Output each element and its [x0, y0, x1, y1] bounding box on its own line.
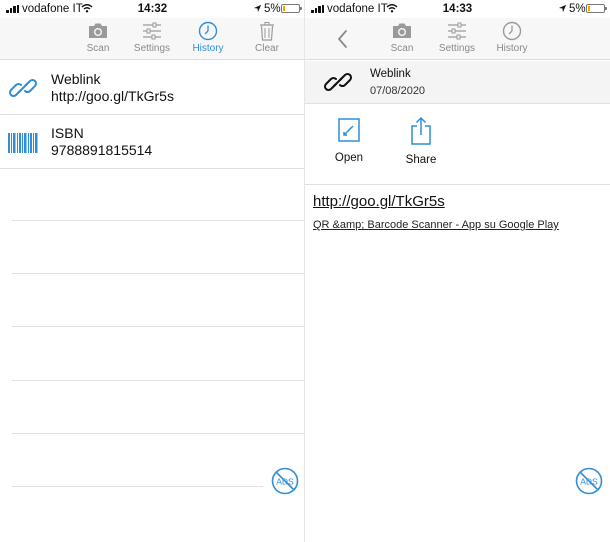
trash-icon — [260, 22, 274, 41]
share-icon — [411, 116, 431, 145]
location-icon — [558, 4, 567, 13]
detail-type: Weblink — [370, 68, 411, 80]
link-icon — [8, 78, 38, 98]
result-page-title[interactable]: QR &amp; Barcode Scanner - App su Google… — [313, 219, 559, 231]
no-ads-icon[interactable]: ADS — [575, 467, 603, 495]
tab-clear-label: Clear — [255, 43, 279, 54]
open-label: Open — [334, 152, 364, 164]
list-separator — [12, 380, 305, 381]
camera-icon — [89, 23, 107, 38]
tab-settings-label: Settings — [133, 43, 171, 54]
tab-settings[interactable]: Settings — [124, 21, 180, 54]
tab-settings[interactable]: Settings — [429, 21, 485, 54]
status-bar: vodafone IT 14:32 5% — [0, 0, 305, 18]
tab-settings-label: Settings — [438, 43, 476, 54]
battery-icon — [586, 4, 607, 13]
history-item-weblink[interactable]: Weblink http://goo.gl/TkGr5s — [0, 61, 305, 115]
result-url-link[interactable]: http://goo.gl/TkGr5s — [313, 193, 445, 210]
barcode-icon — [8, 133, 38, 153]
battery-icon — [281, 4, 302, 13]
tab-history-label: History — [192, 43, 224, 54]
history-item-isbn[interactable]: ISBN 9788891815514 — [0, 115, 305, 169]
history-item-type: Weblink — [51, 71, 101, 87]
share-button[interactable]: Share — [391, 116, 451, 166]
sliders-icon — [143, 22, 161, 40]
share-label: Share — [405, 154, 437, 166]
camera-icon — [393, 23, 411, 38]
location-icon — [253, 4, 262, 13]
tab-history[interactable]: History — [484, 21, 540, 54]
detail-screen: vodafone IT 14:33 5% Scan Settings Histo… — [305, 0, 610, 542]
history-item-value: http://goo.gl/TkGr5s — [51, 88, 174, 104]
back-chevron-icon[interactable] — [333, 27, 353, 51]
tab-scan-label: Scan — [390, 43, 414, 54]
list-separator — [12, 433, 305, 434]
link-icon — [323, 72, 353, 92]
history-screen: vodafone IT 14:32 5% Scan Settings Histo… — [0, 0, 305, 542]
battery-percent: 5% — [569, 3, 586, 15]
tab-history-label: History — [496, 43, 528, 54]
open-external-icon — [338, 118, 360, 142]
history-toolbar: Scan Settings History Clear — [0, 18, 305, 60]
tab-history[interactable]: History — [180, 21, 236, 54]
clock-icon — [198, 21, 218, 41]
history-item-value: 9788891815514 — [51, 142, 153, 158]
tab-scan-label: Scan — [86, 43, 110, 54]
detail-date: 07/08/2020 — [370, 85, 426, 97]
clock-icon — [502, 21, 522, 41]
detail-toolbar: Scan Settings History — [305, 18, 610, 60]
action-bar: Open Share — [305, 104, 610, 185]
list-separator — [12, 220, 305, 221]
detail-header: Weblink 07/08/2020 — [305, 61, 610, 104]
history-item-type: ISBN — [51, 125, 84, 141]
sliders-icon — [448, 22, 466, 40]
list-separator — [12, 486, 263, 487]
open-button[interactable]: Open — [319, 116, 379, 164]
list-separator — [12, 326, 305, 327]
tab-scan[interactable]: Scan — [374, 21, 430, 54]
battery-percent: 5% — [264, 3, 281, 15]
status-bar: vodafone IT 14:33 5% — [305, 0, 610, 18]
no-ads-icon[interactable]: ADS — [271, 467, 299, 495]
tab-clear[interactable]: Clear — [239, 21, 295, 54]
tab-scan[interactable]: Scan — [70, 21, 126, 54]
list-separator — [12, 273, 305, 274]
